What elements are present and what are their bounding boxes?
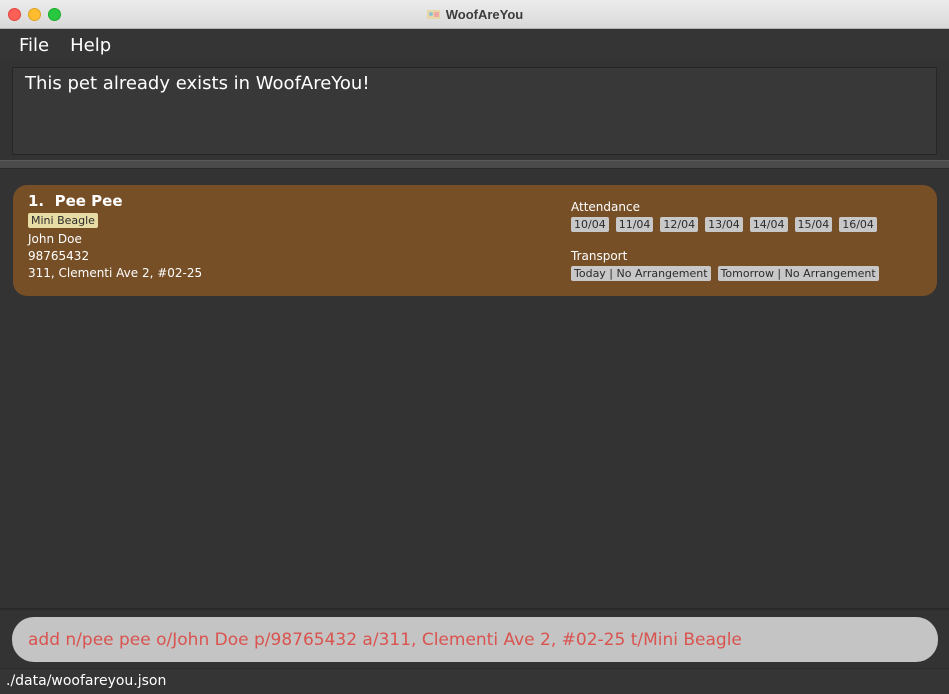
attendance-date-chip: 14/04 <box>749 217 788 232</box>
pane-divider[interactable] <box>0 160 949 169</box>
owner-name: John Doe <box>28 232 82 246</box>
transport-arrangements: Today | No Arrangement Tomorrow | No Arr… <box>571 266 879 281</box>
result-message: This pet already exists in WoofAreYou! <box>25 73 370 94</box>
data-file-path: ./data/woofareyou.json <box>6 673 167 689</box>
menu-bar: File Help <box>0 30 949 61</box>
owner-phone: 98765432 <box>28 249 90 263</box>
status-bar: ./data/woofareyou.json <box>0 668 949 694</box>
command-bar <box>0 610 949 667</box>
pet-card[interactable]: 1. Pee Pee Mini Beagle John Doe 98765432… <box>13 185 937 296</box>
pet-name-text: Pee Pee <box>54 192 123 210</box>
menu-help[interactable]: Help <box>70 35 111 56</box>
transport-chip: Today | No Arrangement <box>571 266 711 281</box>
owner-address: 311, Clementi Ave 2, #02-25 <box>28 266 203 280</box>
app-icon <box>426 10 440 19</box>
pet-name: 1. Pee Pee <box>28 192 123 210</box>
menu-file[interactable]: File <box>19 35 49 56</box>
attendance-date-chip: 13/04 <box>705 217 743 232</box>
pet-index: 1. <box>28 192 45 210</box>
command-input[interactable] <box>12 617 938 662</box>
window-title: WoofAreYou <box>445 7 524 22</box>
attendance-date-chip: 11/04 <box>615 217 654 232</box>
attendance-dates: 10/04 11/04 12/04 13/04 14/04 15/04 16/0… <box>571 217 877 232</box>
attendance-date-chip: 10/04 <box>571 217 609 232</box>
attendance-date-chip: 15/04 <box>794 217 833 232</box>
attendance-label: Attendance <box>571 200 640 214</box>
attendance-date-chip: 12/04 <box>660 217 699 232</box>
attendance-date-chip: 16/04 <box>839 217 877 232</box>
breed-tag: Mini Beagle <box>28 213 98 228</box>
title-bar: WoofAreYou <box>0 0 949 29</box>
pet-list: 1. Pee Pee Mini Beagle John Doe 98765432… <box>0 170 949 608</box>
transport-chip: Tomorrow | No Arrangement <box>717 266 879 281</box>
app-window: WoofAreYou File Help This pet already ex… <box>0 0 949 694</box>
result-display: This pet already exists in WoofAreYou! <box>12 67 937 155</box>
transport-label: Transport <box>571 249 628 263</box>
